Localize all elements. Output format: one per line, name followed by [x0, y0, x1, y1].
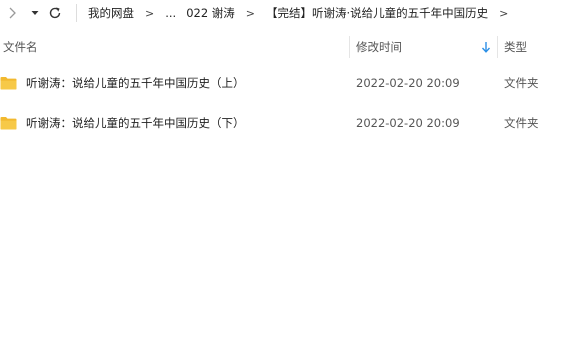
column-header-modified[interactable]: 修改时间 [356, 34, 402, 60]
file-row[interactable]: 听谢涛：说给儿童的五千年中国历史（下） 2022-02-20 20:09 文件夹 [0, 110, 576, 136]
file-name: 听谢涛：说给儿童的五千年中国历史（上） [26, 76, 245, 90]
file-modified: 2022-02-20 20:09 [356, 116, 460, 130]
toolbar-separator [76, 4, 77, 22]
breadcrumb-item-ellipsis[interactable]: ... [163, 6, 178, 20]
chevron-right-icon [9, 7, 16, 19]
breadcrumb: 我的网盘 > ... 022 谢涛 > 【完结】听谢涛·说给儿童的五千年中国历史… [86, 3, 517, 23]
file-name: 听谢涛：说给儿童的五千年中国历史（下） [26, 116, 245, 130]
file-modified: 2022-02-20 20:09 [356, 76, 460, 90]
breadcrumb-separator: > [145, 6, 155, 20]
breadcrumb-separator: > [245, 6, 256, 20]
breadcrumb-separator: > [499, 6, 509, 20]
column-divider[interactable] [349, 36, 350, 58]
caret-down-icon [31, 11, 39, 15]
breadcrumb-item-root[interactable]: 我的网盘 [86, 5, 136, 21]
file-row[interactable]: 听谢涛：说给儿童的五千年中国历史（上） 2022-02-20 20:09 文件夹 [0, 70, 576, 96]
column-divider[interactable] [497, 36, 498, 58]
refresh-icon [49, 7, 61, 19]
column-header: 文件名 修改时间 类型 [0, 34, 576, 60]
sort-descending-icon[interactable] [481, 41, 491, 53]
refresh-button[interactable] [46, 3, 64, 23]
toolbar: 我的网盘 > ... 022 谢涛 > 【完结】听谢涛·说给儿童的五千年中国历史… [0, 0, 576, 28]
file-type: 文件夹 [504, 76, 539, 90]
folder-icon [0, 77, 17, 90]
file-type: 文件夹 [504, 116, 539, 130]
folder-icon [0, 117, 17, 130]
breadcrumb-item-current[interactable]: 【完结】听谢涛·说给儿童的五千年中国历史 [264, 5, 490, 21]
breadcrumb-item-author[interactable]: 022 谢涛 [184, 5, 237, 21]
back-button[interactable] [4, 3, 20, 23]
column-header-name[interactable]: 文件名 [3, 34, 38, 60]
column-header-type[interactable]: 类型 [504, 34, 527, 60]
history-dropdown-button[interactable] [29, 3, 41, 23]
